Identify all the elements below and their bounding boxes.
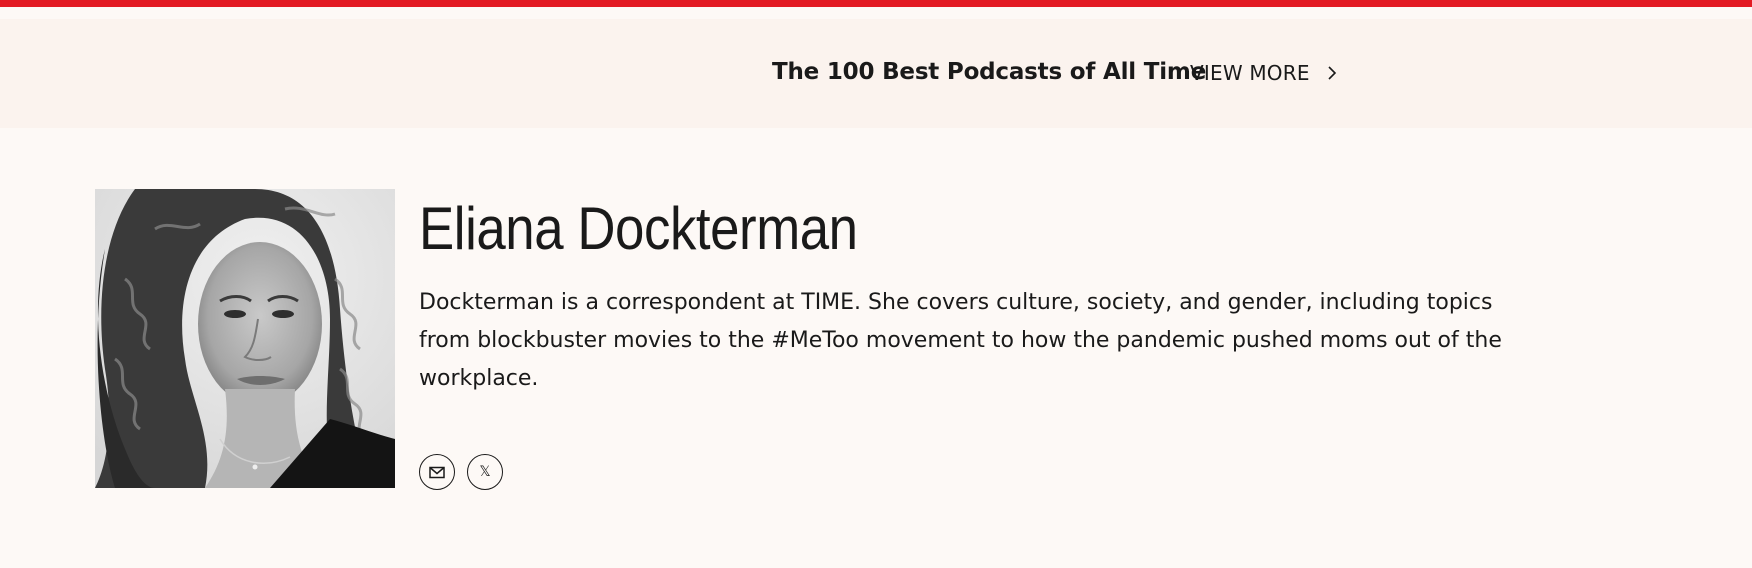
view-more-link[interactable]: VIEW MORE xyxy=(1190,58,1338,88)
x-button[interactable]: 𝕏 xyxy=(467,454,503,490)
x-icon: 𝕏 xyxy=(479,464,491,480)
email-icon xyxy=(429,466,445,478)
author-portrait-image xyxy=(95,189,395,488)
author-name: Eliana Dockterman xyxy=(419,195,858,262)
chevron-right-icon xyxy=(1328,66,1336,80)
email-button[interactable] xyxy=(419,454,455,490)
promo-title[interactable]: The 100 Best Podcasts of All Time xyxy=(772,57,1206,87)
top-gap xyxy=(0,7,1752,19)
social-links: 𝕏 xyxy=(419,454,503,490)
author-photo xyxy=(95,189,395,488)
top-accent-stripe xyxy=(0,0,1752,7)
author-bio: Dockterman is a correspondent at TIME. S… xyxy=(419,290,1502,391)
view-more-label: VIEW MORE xyxy=(1190,61,1310,85)
